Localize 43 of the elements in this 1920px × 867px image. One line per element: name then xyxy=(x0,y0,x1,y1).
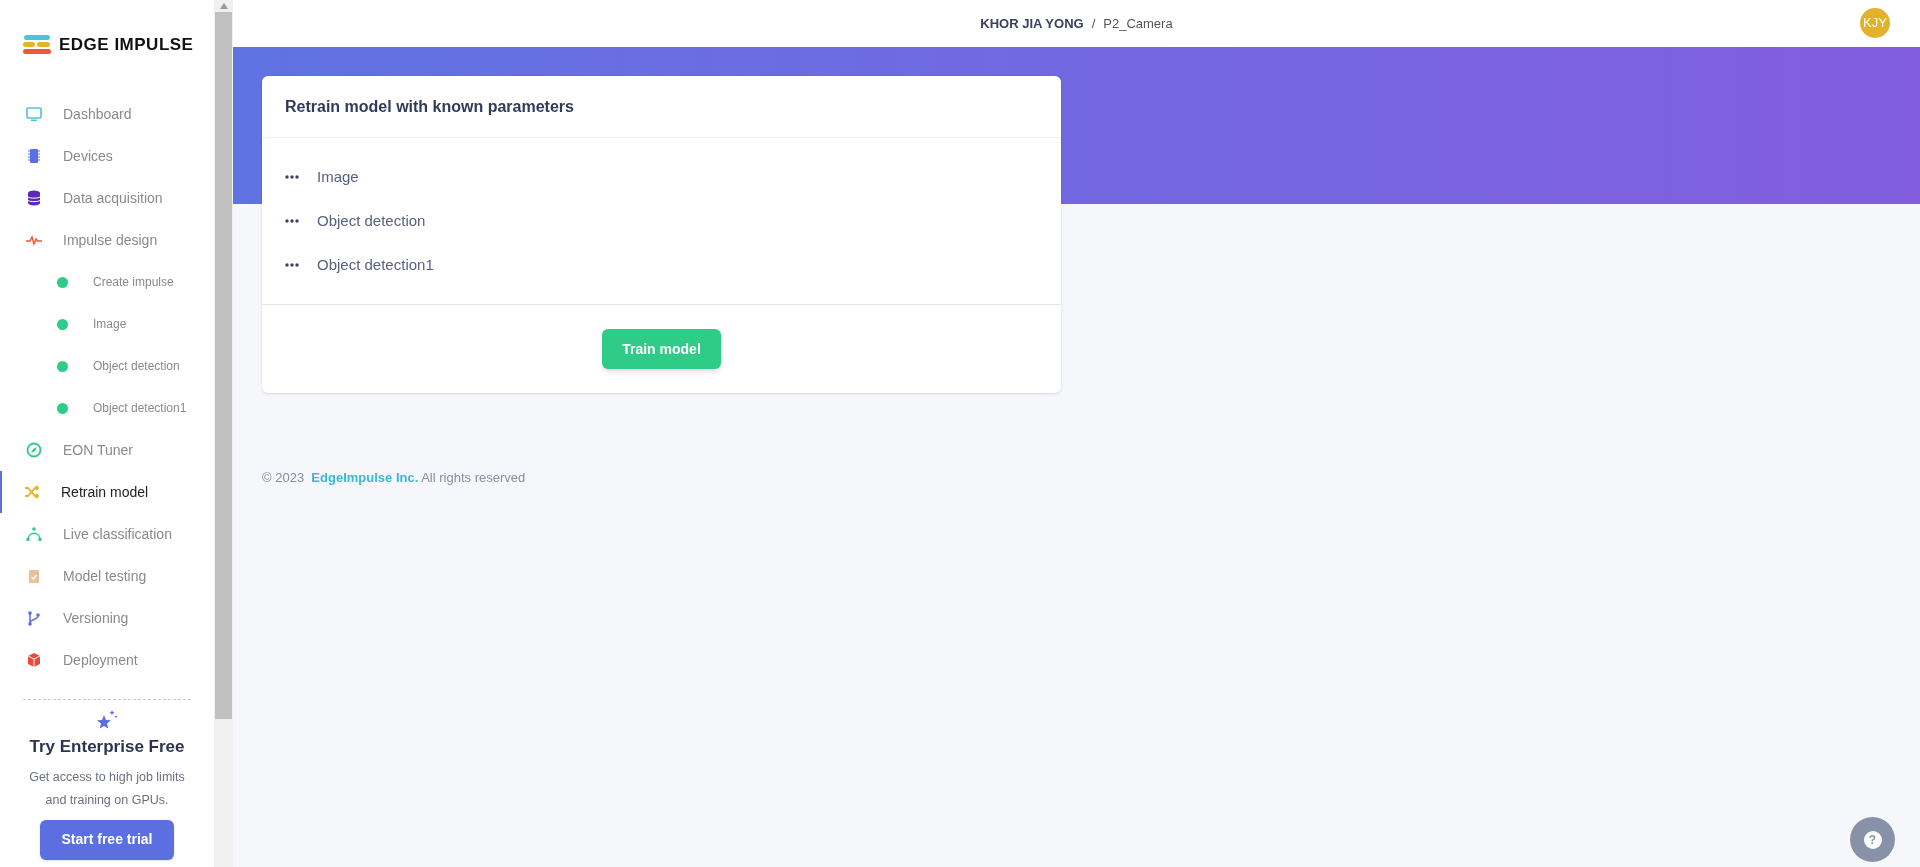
promo-title: Try Enterprise Free xyxy=(29,736,185,758)
breadcrumb-separator: / xyxy=(1091,14,1096,33)
sidebar-item[interactable]: Live classification xyxy=(0,513,214,555)
compass-icon xyxy=(25,441,43,459)
more-icon[interactable] xyxy=(285,219,299,223)
sidebar-item[interactable]: Dashboard xyxy=(0,93,214,135)
block-item[interactable]: Object detection xyxy=(262,199,1061,243)
sidebar-subitem[interactable]: Object detection xyxy=(0,345,214,387)
logo-icon xyxy=(23,34,51,55)
scrollbar[interactable] xyxy=(214,0,233,867)
card-title: Retrain model with known parameters xyxy=(285,96,574,117)
train-model-button[interactable]: Train model xyxy=(602,329,721,369)
sidebar-item[interactable]: Deployment xyxy=(0,639,214,681)
sidebar-subitem[interactable]: Create impulse xyxy=(0,261,214,303)
sidebar-item[interactable]: Model testing xyxy=(0,555,214,597)
block-item[interactable]: Image xyxy=(262,155,1061,199)
sidebar-subitem[interactable]: Image xyxy=(0,303,214,345)
curve-icon xyxy=(25,525,43,543)
sidebar-item[interactable]: Versioning xyxy=(0,597,214,639)
company-link[interactable]: EdgeImpulse Inc. xyxy=(311,470,419,485)
shuffle-icon xyxy=(23,483,41,501)
chip-icon xyxy=(25,147,43,165)
sidebar-item[interactable]: Impulse design xyxy=(0,219,214,261)
start-trial-button[interactable]: Start free trial xyxy=(40,819,174,860)
sidebar-subitem[interactable]: Object detection1 xyxy=(0,387,214,429)
project-name[interactable]: P2_Camera xyxy=(1103,13,1173,34)
user-avatar[interactable]: KJY xyxy=(1860,8,1890,38)
database-icon xyxy=(25,189,43,207)
more-icon[interactable] xyxy=(285,175,299,179)
scrollbar-thumb[interactable] xyxy=(215,12,232,719)
more-icon[interactable] xyxy=(285,263,299,267)
logo-text: EDGE IMPULSE xyxy=(59,33,194,56)
sidebar-item[interactable]: Devices xyxy=(0,135,214,177)
footer-text: © 2023 EdgeImpulse Inc. All rights reserved xyxy=(262,469,527,487)
monitor-icon xyxy=(25,105,43,123)
sidebar-item[interactable]: Data acquisition xyxy=(0,177,214,219)
branch-icon xyxy=(25,609,43,627)
sidebar-item[interactable]: EON Tuner xyxy=(0,429,214,471)
help-button[interactable]: ? xyxy=(1850,817,1895,862)
user-name[interactable]: KHOR JIA YONG xyxy=(980,13,1084,34)
block-item[interactable]: Object detection1 xyxy=(262,243,1061,287)
cube-icon xyxy=(25,651,43,669)
promo-text: Get access to high job limits and training on GPUs. xyxy=(28,768,186,809)
